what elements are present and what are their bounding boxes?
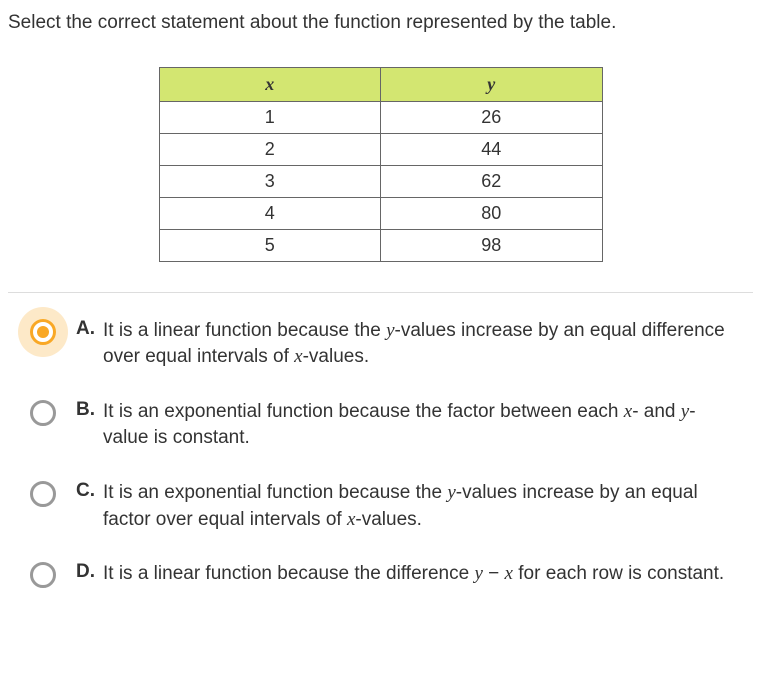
option-letter: D. <box>76 561 95 583</box>
options-container: A. It is a linear function because the y-… <box>8 318 753 589</box>
option-letter: A. <box>76 318 95 340</box>
table-cell: 98 <box>381 229 603 261</box>
radio-button[interactable] <box>30 562 56 588</box>
table-cell: 5 <box>159 229 381 261</box>
radio-button[interactable] <box>30 319 56 345</box>
option-text: It is an exponential function because th… <box>103 399 731 452</box>
option-text: It is a linear function because the y-va… <box>103 318 731 371</box>
option-c[interactable]: C. It is an exponential function because … <box>30 480 731 533</box>
table-cell: 44 <box>381 133 603 165</box>
variable: y <box>474 563 482 584</box>
variable: x <box>505 563 513 584</box>
variable: y <box>681 401 689 422</box>
question-text: Select the correct statement about the f… <box>8 10 753 37</box>
data-table: x y 1 26 2 44 3 62 4 80 5 98 <box>159 67 603 262</box>
table-row: 3 62 <box>159 165 602 197</box>
option-a[interactable]: A. It is a linear function because the y-… <box>30 318 731 371</box>
option-text: It is an exponential function because th… <box>103 480 731 533</box>
table-cell: 62 <box>381 165 603 197</box>
table-row: 1 26 <box>159 101 602 133</box>
option-text: It is a linear function because the diff… <box>103 561 724 588</box>
variable: y <box>447 482 455 503</box>
option-letter: C. <box>76 480 95 502</box>
variable: y <box>386 320 394 341</box>
table-header-y: y <box>381 67 603 101</box>
table-row: 2 44 <box>159 133 602 165</box>
option-b[interactable]: B. It is an exponential function because … <box>30 399 731 452</box>
table-body: 1 26 2 44 3 62 4 80 5 98 <box>159 101 602 261</box>
radio-button[interactable] <box>30 481 56 507</box>
table-cell: 4 <box>159 197 381 229</box>
table-row: 4 80 <box>159 197 602 229</box>
variable: x <box>624 401 632 422</box>
option-d[interactable]: D. It is a linear function because the di… <box>30 561 731 588</box>
divider <box>8 292 753 293</box>
option-letter: B. <box>76 399 95 421</box>
radio-inner <box>37 326 49 338</box>
table-cell: 80 <box>381 197 603 229</box>
table-cell: 26 <box>381 101 603 133</box>
variable: x <box>294 346 302 367</box>
radio-button[interactable] <box>30 400 56 426</box>
table-cell: 2 <box>159 133 381 165</box>
table-cell: 1 <box>159 101 381 133</box>
table-container: x y 1 26 2 44 3 62 4 80 5 98 <box>8 67 753 262</box>
table-row: 5 98 <box>159 229 602 261</box>
variable: x <box>347 509 355 530</box>
table-header-x: x <box>159 67 381 101</box>
table-cell: 3 <box>159 165 381 197</box>
